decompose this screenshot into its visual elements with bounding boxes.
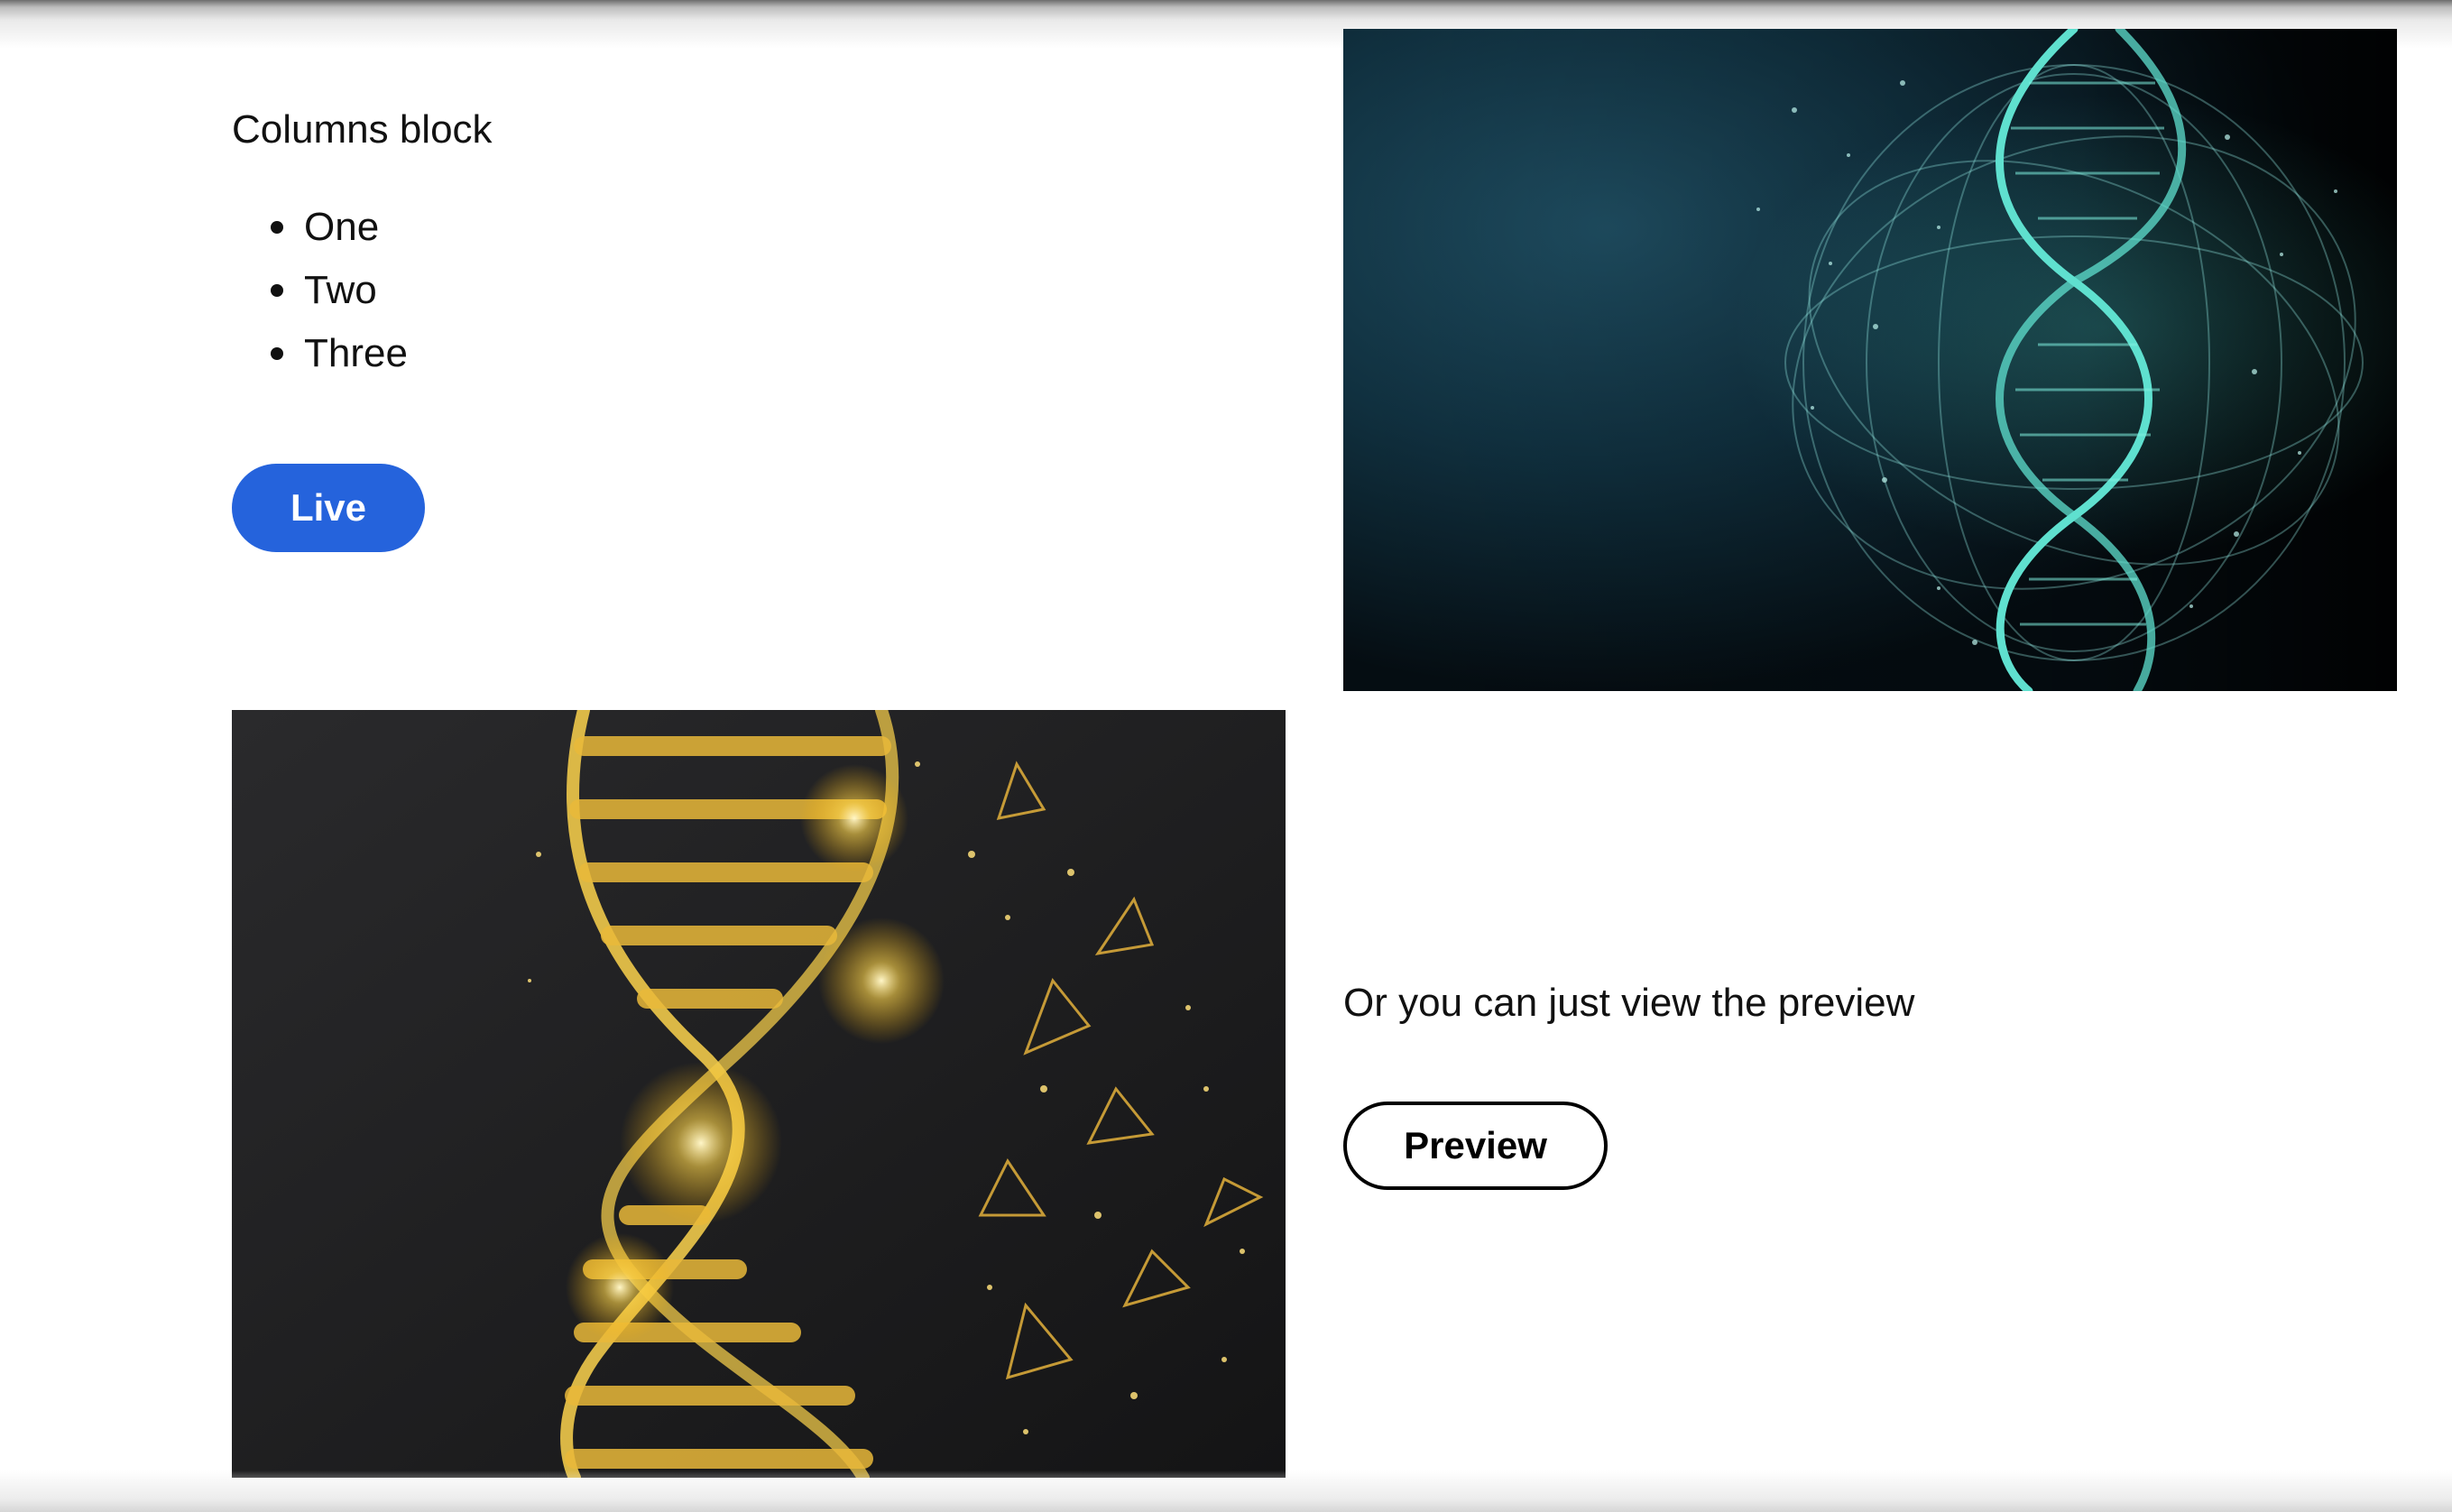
live-button[interactable]: Live [232, 464, 425, 552]
page: Columns block One Two Three Live Or you … [0, 0, 2452, 1512]
list-item: Three [232, 322, 1296, 385]
dna-teal-image [1343, 29, 2397, 691]
bullet-icon [271, 220, 283, 234]
list-item-label: One [304, 204, 380, 249]
bottom-shadow [0, 1471, 2452, 1512]
columns-heading: Columns block [232, 107, 493, 152]
columns-block-text: Columns block One Two Three [232, 90, 1296, 385]
list-item-label: Three [304, 330, 408, 375]
bullet-icon [271, 346, 283, 360]
list-item-label: Two [304, 267, 377, 312]
bullet-list: One Two Three [232, 196, 1296, 385]
dna-gold-image [232, 710, 1286, 1478]
list-item: One [232, 196, 1296, 259]
list-item: Two [232, 259, 1296, 322]
bullet-icon [271, 283, 283, 297]
preview-button[interactable]: Preview [1343, 1102, 1608, 1190]
preview-description: Or you can just view the preview [1343, 981, 1915, 1025]
